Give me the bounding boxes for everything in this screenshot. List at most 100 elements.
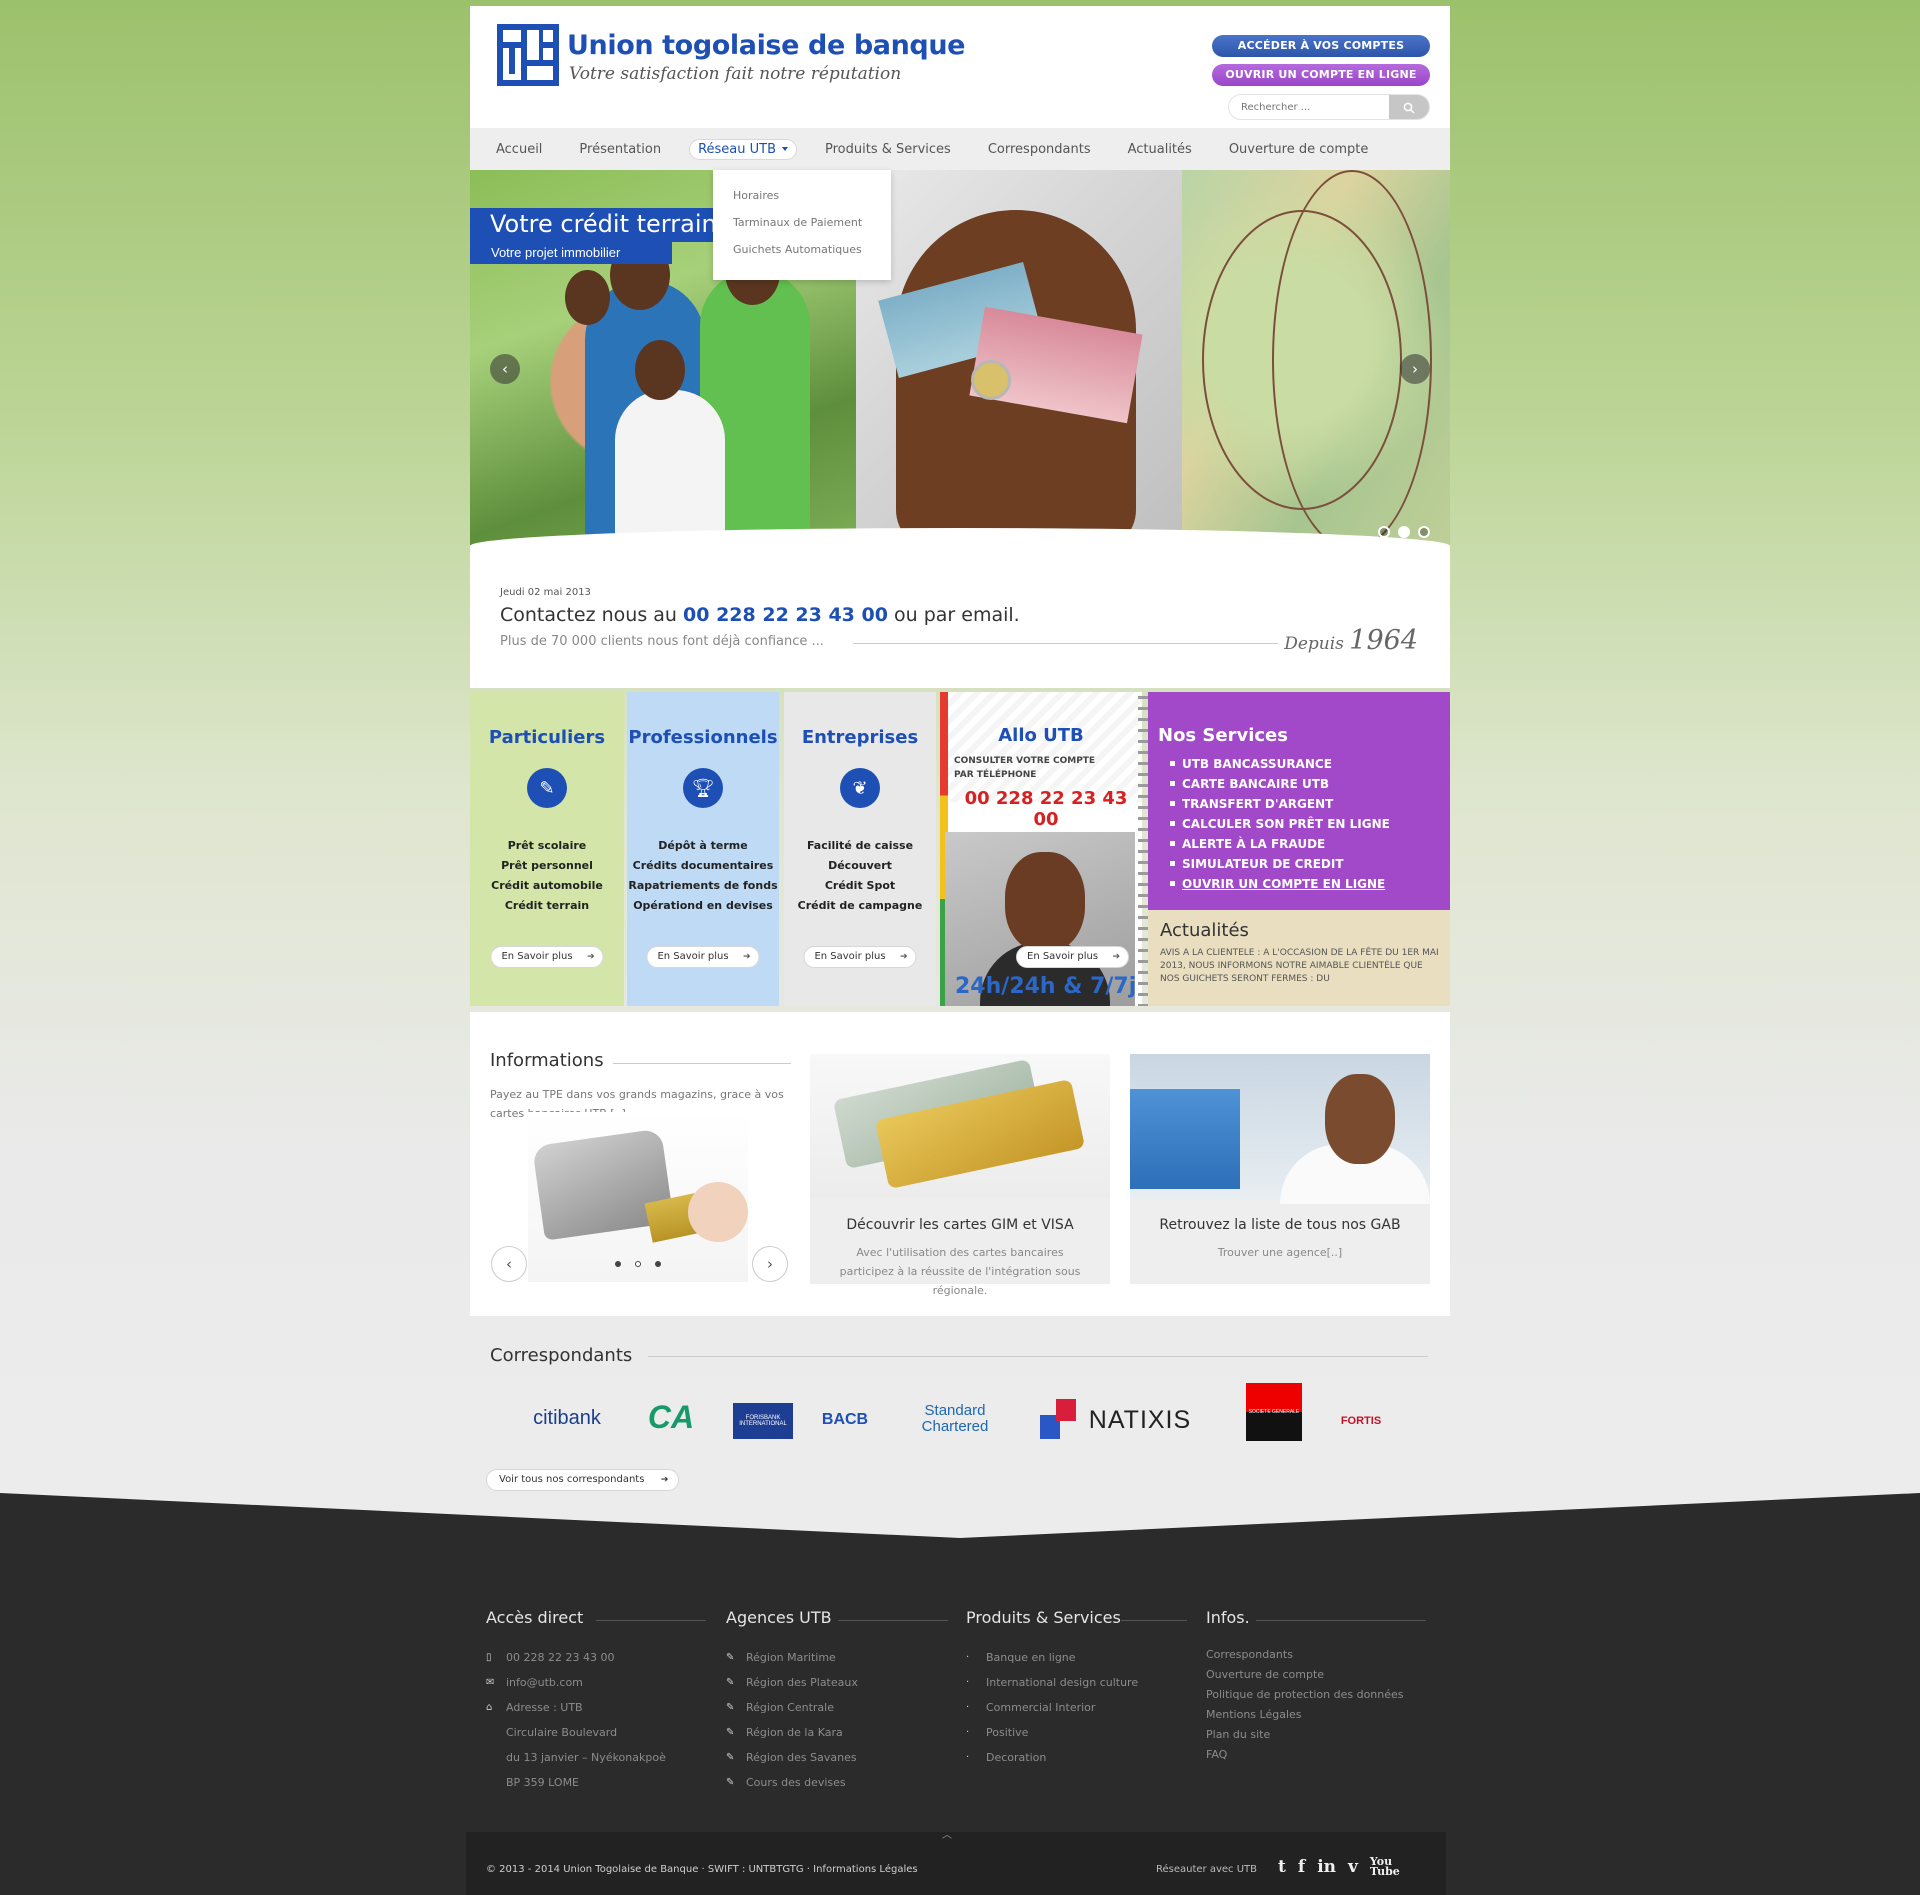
service-link[interactable]: OUVRIR UN COMPTE EN LIGNE <box>1170 874 1450 894</box>
footer-link[interactable]: ✎ Région Centrale <box>726 1695 946 1720</box>
slider-dot[interactable] <box>1398 526 1410 538</box>
list-item[interactable]: Crédit de campagne <box>784 896 936 916</box>
dropdown-item-guichets[interactable]: Guichets Automatiques <box>713 236 891 263</box>
carousel-dot[interactable] <box>615 1261 621 1267</box>
nav-item-ouverture-compte[interactable]: Ouverture de compte <box>1229 142 1369 157</box>
service-link[interactable]: SIMULATEUR DE CREDIT <box>1170 854 1450 874</box>
feature-desc[interactable]: Trouver une agence[..] <box>1150 1243 1410 1262</box>
list-item[interactable]: Crédits documentaires <box>627 856 779 876</box>
natixis-logo[interactable]: NATIXIS <box>1080 1403 1200 1437</box>
slider-next-button[interactable]: › <box>1400 354 1430 384</box>
nav-item-actualites[interactable]: Actualités <box>1128 142 1192 157</box>
open-account-button[interactable]: OUVRIR UN COMPTE EN LIGNE <box>1212 64 1430 86</box>
fortis-logo[interactable]: FORTIS <box>1326 1411 1396 1431</box>
list-item[interactable]: Facilité de caisse <box>784 836 936 856</box>
footer-email[interactable]: ✉ info@utb.com <box>486 1670 706 1695</box>
credit-agricole-logo[interactable]: CA <box>640 1397 702 1437</box>
scroll-top-icon[interactable]: ︿ <box>942 1826 952 1841</box>
utb-logo-icon[interactable] <box>497 24 559 86</box>
footer-link[interactable]: · Banque en ligne <box>966 1645 1186 1670</box>
actualites-title[interactable]: Actualités <box>1160 920 1450 941</box>
nav-item-accueil[interactable]: Accueil <box>496 142 542 157</box>
facebook-icon[interactable]: f <box>1298 1857 1305 1877</box>
contact-phone[interactable]: 00 228 22 23 43 00 <box>683 604 888 626</box>
slider-prev-button[interactable]: ‹ <box>490 354 520 384</box>
footer-link[interactable]: · Commercial Interior <box>966 1695 1186 1720</box>
carousel-dot[interactable] <box>655 1261 661 1267</box>
carousel-dot[interactable] <box>635 1261 641 1267</box>
nav-item-reseau-utb[interactable]: Réseau UTB <box>689 138 798 174</box>
youtube-icon[interactable]: You Tube <box>1370 1856 1400 1877</box>
list-item[interactable]: Crédit terrain <box>470 896 624 916</box>
footer-phone[interactable]: ▯ 00 228 22 23 43 00 <box>486 1645 706 1670</box>
footer-link[interactable]: Mentions Légales <box>1206 1705 1426 1725</box>
standard-chartered-logo[interactable]: Standard Chartered <box>900 1399 1010 1439</box>
list-item[interactable]: Opérationd en devises <box>627 896 779 916</box>
slide-caption-title[interactable]: Votre crédit terrain <box>470 208 715 242</box>
actualites-text[interactable]: AVIS A LA CLIENTELE : A L'OCCASION DE LA… <box>1160 947 1440 986</box>
feature-title[interactable]: Retrouvez la liste de tous nos GAB <box>1130 1217 1430 1233</box>
vimeo-icon[interactable]: v <box>1348 1857 1358 1877</box>
service-link[interactable]: UTB BANCASSURANCE <box>1170 754 1450 774</box>
all-correspondants-button[interactable]: Voir tous nos correspondants <box>486 1469 680 1491</box>
footer-link[interactable]: ✎ Région des Savanes <box>726 1745 946 1770</box>
cards-feature[interactable]: Découvrir les cartes GIM et VISA Avec l'… <box>810 1054 1110 1297</box>
societe-generale-logo[interactable]: SOCIETE GENERALE <box>1246 1383 1302 1441</box>
footer-link[interactable]: · International design culture <box>966 1670 1186 1695</box>
allo-phone[interactable]: 00 228 22 23 43 00 <box>950 788 1142 830</box>
linkedin-icon[interactable]: in <box>1317 1857 1336 1877</box>
gab-feature[interactable]: Retrouvez la liste de tous nos GAB Trouv… <box>1130 1054 1430 1284</box>
brand-name[interactable]: Union togolaise de banque <box>567 30 965 61</box>
list-item[interactable]: Dépôt à terme <box>627 836 779 856</box>
twitter-icon[interactable]: t <box>1278 1857 1286 1877</box>
slider-dot[interactable] <box>1418 526 1430 538</box>
footer-link[interactable]: Ouverture de compte <box>1206 1665 1426 1685</box>
nav-item-produits-services[interactable]: Produits & Services <box>825 142 951 157</box>
particuliers-title[interactable]: Particuliers <box>470 727 624 748</box>
service-link[interactable]: TRANSFERT D'ARGENT <box>1170 794 1450 814</box>
dropdown-item-terminaux[interactable]: Tarminaux de Paiement <box>713 209 891 236</box>
allo-title[interactable]: Allo UTB <box>940 725 1142 746</box>
forisbank-logo[interactable]: FORISBANK INTERNATIONAL <box>733 1403 793 1439</box>
access-accounts-button[interactable]: ACCÉDER À VOS COMPTES <box>1212 35 1430 57</box>
nav-item-correspondants[interactable]: Correspondants <box>988 142 1091 157</box>
entreprises-more-button[interactable]: En Savoir plus <box>803 946 917 968</box>
list-item[interactable]: Crédit automobile <box>470 876 624 896</box>
service-link[interactable]: CALCULER SON PRÊT EN LIGNE <box>1170 814 1450 834</box>
footer-link[interactable]: Plan du site <box>1206 1725 1426 1745</box>
footer-link[interactable]: ✎ Cours des devises <box>726 1770 946 1795</box>
footer-link[interactable]: ✎ Région de la Kara <box>726 1720 946 1745</box>
list-item[interactable]: Prêt scolaire <box>470 836 624 856</box>
list-item[interactable]: Rapatriements de fonds <box>627 876 779 896</box>
list-item[interactable]: Prêt personnel <box>470 856 624 876</box>
footer-link[interactable]: · Positive <box>966 1720 1186 1745</box>
professionnels-title[interactable]: Professionnels <box>627 727 779 748</box>
search-input[interactable] <box>1229 95 1389 119</box>
pencil-icon: ✎ <box>527 768 567 808</box>
copyright[interactable]: © 2013 - 2014 Union Togolaise de Banque … <box>486 1864 918 1875</box>
list-item[interactable]: Découvert <box>784 856 936 876</box>
particuliers-more-button[interactable]: En Savoir plus <box>490 946 604 968</box>
service-link[interactable]: CARTE BANCAIRE UTB <box>1170 774 1450 794</box>
footer-link[interactable]: ✎ Région des Plateaux <box>726 1670 946 1695</box>
payment-terminal-photo <box>528 1112 748 1282</box>
footer-link[interactable]: FAQ <box>1206 1745 1426 1765</box>
nav-item-presentation[interactable]: Présentation <box>579 142 661 157</box>
footer-link[interactable]: Politique de protection des données <box>1206 1685 1426 1705</box>
bacb-logo[interactable]: BACB <box>820 1403 870 1437</box>
footer-link[interactable]: ✎ Région Maritime <box>726 1645 946 1670</box>
info-prev-button[interactable]: ‹ <box>491 1246 527 1282</box>
feature-title[interactable]: Découvrir les cartes GIM et VISA <box>810 1217 1110 1233</box>
info-next-button[interactable]: › <box>752 1246 788 1282</box>
allo-more-button[interactable]: En Savoir plus <box>1016 946 1130 968</box>
footer-link[interactable]: · Decoration <box>966 1745 1186 1770</box>
list-item[interactable]: Crédit Spot <box>784 876 936 896</box>
service-link[interactable]: ALERTE À LA FRAUDE <box>1170 834 1450 854</box>
footer-link[interactable]: Correspondants <box>1206 1645 1426 1665</box>
search-button[interactable] <box>1389 95 1429 119</box>
citibank-logo[interactable]: citibank <box>524 1403 610 1433</box>
dropdown-item-horaires[interactable]: Horaires <box>713 182 891 209</box>
professionnels-more-button[interactable]: En Savoir plus <box>646 946 760 968</box>
entreprises-list: Facilité de caisse Découvert Crédit Spot… <box>784 836 936 916</box>
entreprises-title[interactable]: Entreprises <box>784 727 936 748</box>
